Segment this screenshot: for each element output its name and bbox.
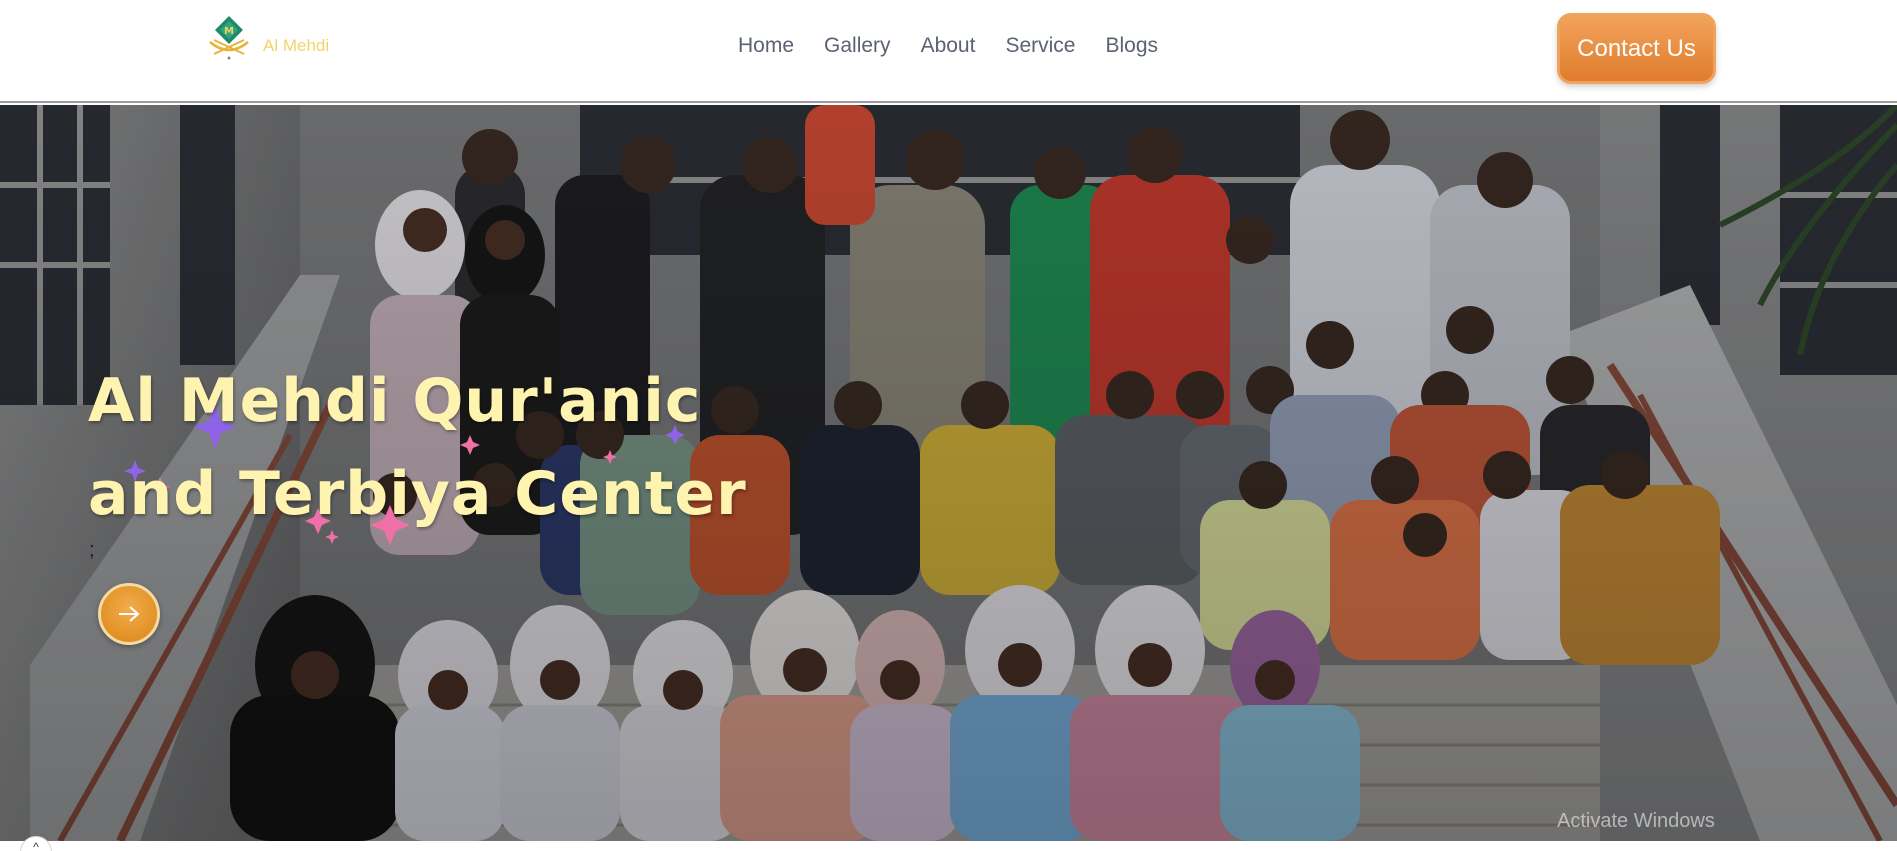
site-header: M Al Mehdi Home Gallery About Service Bl… xyxy=(0,0,1897,103)
nav-about[interactable]: About xyxy=(921,34,976,58)
activate-windows-watermark: Activate Windows xyxy=(1557,810,1715,832)
contact-us-button[interactable]: Contact Us xyxy=(1557,13,1716,84)
main-nav: Home Gallery About Service Blogs xyxy=(738,34,1188,58)
crossed-swords-crest-icon: M xyxy=(209,16,249,60)
hero-cta-button[interactable] xyxy=(98,583,160,645)
brand-name: Al Mehdi xyxy=(263,36,330,55)
arrow-right-icon xyxy=(119,606,140,622)
svg-text:M: M xyxy=(224,26,234,37)
hero-title-line2: and Terbiya Center xyxy=(88,459,747,529)
hero-section: Al Mehdi Qur'anic and Terbiya Center ; xyxy=(0,105,1897,841)
nav-home[interactable]: Home xyxy=(738,34,794,58)
hero-title-line1: Al Mehdi Qur'anic xyxy=(88,366,702,436)
nav-blogs[interactable]: Blogs xyxy=(1105,34,1158,58)
brand-logo[interactable]: M Al Mehdi xyxy=(206,14,329,60)
page-bottom-edge xyxy=(0,841,1897,851)
nav-gallery[interactable]: Gallery xyxy=(824,34,891,58)
hero-title: Al Mehdi Qur'anic and Terbiya Center xyxy=(88,355,848,541)
nav-service[interactable]: Service xyxy=(1005,34,1075,58)
hero-subtext: ; xyxy=(89,539,95,561)
